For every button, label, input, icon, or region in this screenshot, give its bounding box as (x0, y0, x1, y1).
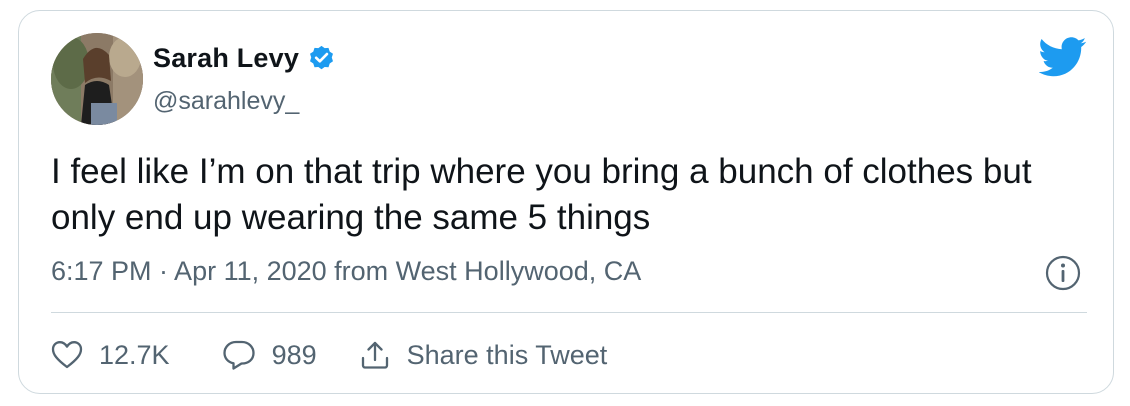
tweet-text: I feel like I’m on that trip where you b… (51, 152, 1032, 237)
share-icon (361, 341, 388, 369)
share-button[interactable]: Share this Tweet (359, 339, 608, 371)
author-display-name[interactable]: Sarah Levy (153, 43, 299, 74)
heart-icon (51, 341, 83, 369)
reply-count: 989 (271, 339, 317, 370)
reply-bubble-icon (222, 340, 255, 370)
share-label: Share this Tweet (406, 339, 608, 370)
author-name-row: Sarah Levy (153, 43, 336, 74)
tweet-actions: 12.7K 989 Share this Tweet (51, 337, 607, 373)
verified-badge-icon (307, 44, 336, 73)
tweet-card[interactable]: Sarah Levy @sarahlevy_ I feel like I’m o… (18, 10, 1114, 394)
like-button[interactable]: 12.7K (51, 340, 170, 371)
tweet-timestamp[interactable]: 6:17 PM · Apr 11, 2020 from West Hollywo… (51, 256, 641, 287)
avatar[interactable] (51, 33, 143, 125)
info-icon[interactable] (1045, 255, 1081, 291)
author-handle[interactable]: @sarahlevy_ (153, 87, 299, 116)
like-count: 12.7K (99, 339, 170, 370)
divider (51, 312, 1087, 313)
twitter-bird-icon[interactable] (1038, 37, 1087, 77)
reply-button[interactable]: 989 (222, 339, 317, 371)
